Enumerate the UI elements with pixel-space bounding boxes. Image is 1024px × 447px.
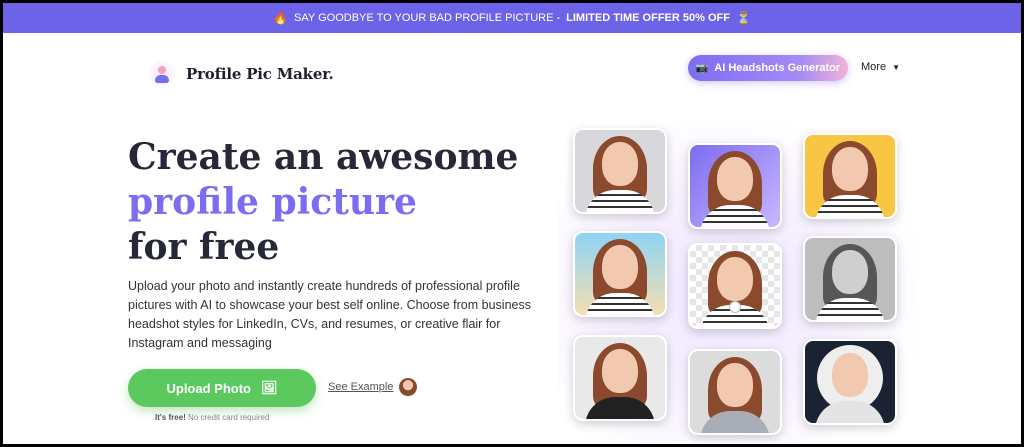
free-note-text: No credit card required (188, 413, 270, 422)
example-photo-background-removal (688, 243, 782, 329)
example-photo-purple (688, 143, 782, 229)
example-photo-gray (573, 128, 667, 214)
compare-slider-handle (729, 301, 741, 313)
hourglass-icon: ⏳ (735, 11, 751, 25)
logo-person-icon (148, 60, 176, 88)
top-nav: Profile Pic Maker. 📷 AI Headshots Genera… (3, 33, 1021, 103)
ai-headshots-button[interactable]: 📷 AI Headshots Generator (688, 55, 848, 81)
fire-icon: 🔥 (273, 11, 289, 25)
hero-description: Upload your photo and instantly create h… (128, 279, 531, 350)
example-photo-beach (573, 231, 667, 317)
logo[interactable]: Profile Pic Maker. (148, 60, 334, 88)
example-photo-astronaut (803, 339, 897, 425)
example-photo-yellow (803, 133, 897, 219)
ai-headshots-label: AI Headshots Generator (714, 62, 841, 74)
promo-banner[interactable]: 🔥 SAY GOODBYE TO YOUR BAD PROFILE PICTUR… (3, 3, 1021, 33)
promo-text: SAY GOODBYE TO YOUR BAD PROFILE PICTURE … (294, 12, 561, 24)
page-frame: 🔥 SAY GOODBYE TO YOUR BAD PROFILE PICTUR… (3, 3, 1021, 444)
example-avatar[interactable] (399, 378, 417, 396)
hero-title: Create an awesome profile picture for fr… (128, 135, 518, 270)
image-icon: 🖼 (260, 380, 278, 395)
free-note-bold: It's free! (155, 413, 186, 422)
promo-offer: LIMITED TIME OFFER 50% OFF (566, 12, 730, 24)
hero-title-accent: profile picture (128, 181, 417, 223)
upload-photo-label: Upload Photo (166, 380, 251, 396)
see-example-link[interactable]: See Example (328, 381, 393, 393)
example-photo-bw (803, 236, 897, 322)
example-photo-portrait (573, 335, 667, 421)
example-photo-business (688, 349, 782, 435)
more-label: More (861, 61, 887, 73)
more-menu[interactable]: More ▼ (861, 61, 900, 73)
hero-title-line1: Create an awesome (128, 136, 519, 178)
camera-icon: 📷 (695, 62, 709, 74)
caret-down-icon: ▼ (892, 62, 900, 72)
hero-title-line3: for free (128, 226, 280, 268)
upload-photo-button[interactable]: Upload Photo 🖼 (128, 369, 316, 407)
free-note: It's free! No credit card required (155, 413, 269, 422)
logo-text: Profile Pic Maker. (186, 65, 334, 83)
